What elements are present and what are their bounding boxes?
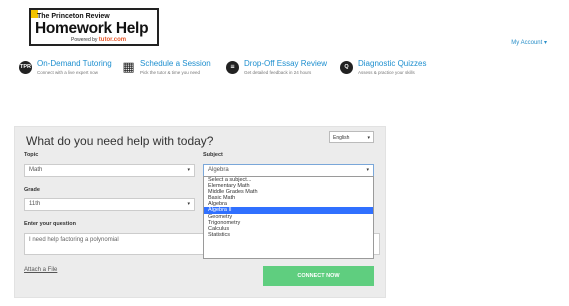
subject-label: Subject	[203, 152, 223, 158]
service-desc: Get detailed feedback in 24 hours	[244, 70, 312, 75]
subject-value: Algebra	[208, 167, 229, 173]
service-title[interactable]: Drop-Off Essay Review	[244, 59, 327, 68]
service-title[interactable]: Schedule a Session	[140, 59, 211, 68]
service-desc: Connect with a live expert now	[37, 70, 99, 75]
language-value: English	[333, 135, 350, 141]
service-desc: Assess & practice your skills	[358, 70, 415, 75]
service-desc: Pick the tutor & time you need	[140, 70, 201, 75]
quiz-icon: Q	[340, 61, 353, 74]
grade-value: 11th	[29, 201, 41, 207]
logo-powered-by: Powered by tutor.com	[71, 37, 126, 43]
connect-now-button[interactable]: CONNECT NOW	[263, 266, 374, 286]
tutor-badge-icon: TPR	[19, 61, 32, 74]
grade-select[interactable]: 11th ▾	[24, 198, 195, 211]
subject-option[interactable]: Statistics	[204, 232, 373, 238]
grade-label: Grade	[24, 187, 40, 193]
language-select[interactable]: English ▾	[329, 131, 374, 143]
subject-dropdown-list[interactable]: Select a subject... Elementary Math Midd…	[203, 176, 374, 259]
page-title: What do you need help with today?	[26, 134, 214, 148]
logo-brand-main: Homework Help	[35, 20, 149, 37]
logo-brand-top: The Princeton Review	[37, 13, 110, 20]
essay-icon: ≡	[226, 61, 239, 74]
calendar-icon: ▦	[122, 60, 135, 75]
chevron-down-icon: ▾	[367, 135, 370, 141]
my-account-menu[interactable]: My Account ▾	[511, 39, 547, 46]
chevron-down-icon: ▾	[366, 167, 369, 173]
service-title[interactable]: On-Demand Tutoring	[37, 59, 112, 68]
princeton-review-logo[interactable]: The Princeton Review Homework Help Power…	[29, 8, 159, 46]
service-title[interactable]: Diagnostic Quizzes	[358, 59, 426, 68]
topic-value: Math	[29, 167, 43, 173]
topic-select[interactable]: Math ▾	[24, 164, 195, 177]
attach-file-link[interactable]: Attach a File	[24, 267, 57, 273]
logo-powered-brand: tutor.com	[98, 37, 127, 43]
chevron-down-icon: ▾	[187, 201, 190, 207]
topic-label: Topic	[24, 152, 39, 158]
logo-powered-prefix: Powered by	[71, 37, 98, 43]
question-label: Enter your question	[24, 221, 76, 227]
chevron-down-icon: ▾	[187, 167, 190, 173]
